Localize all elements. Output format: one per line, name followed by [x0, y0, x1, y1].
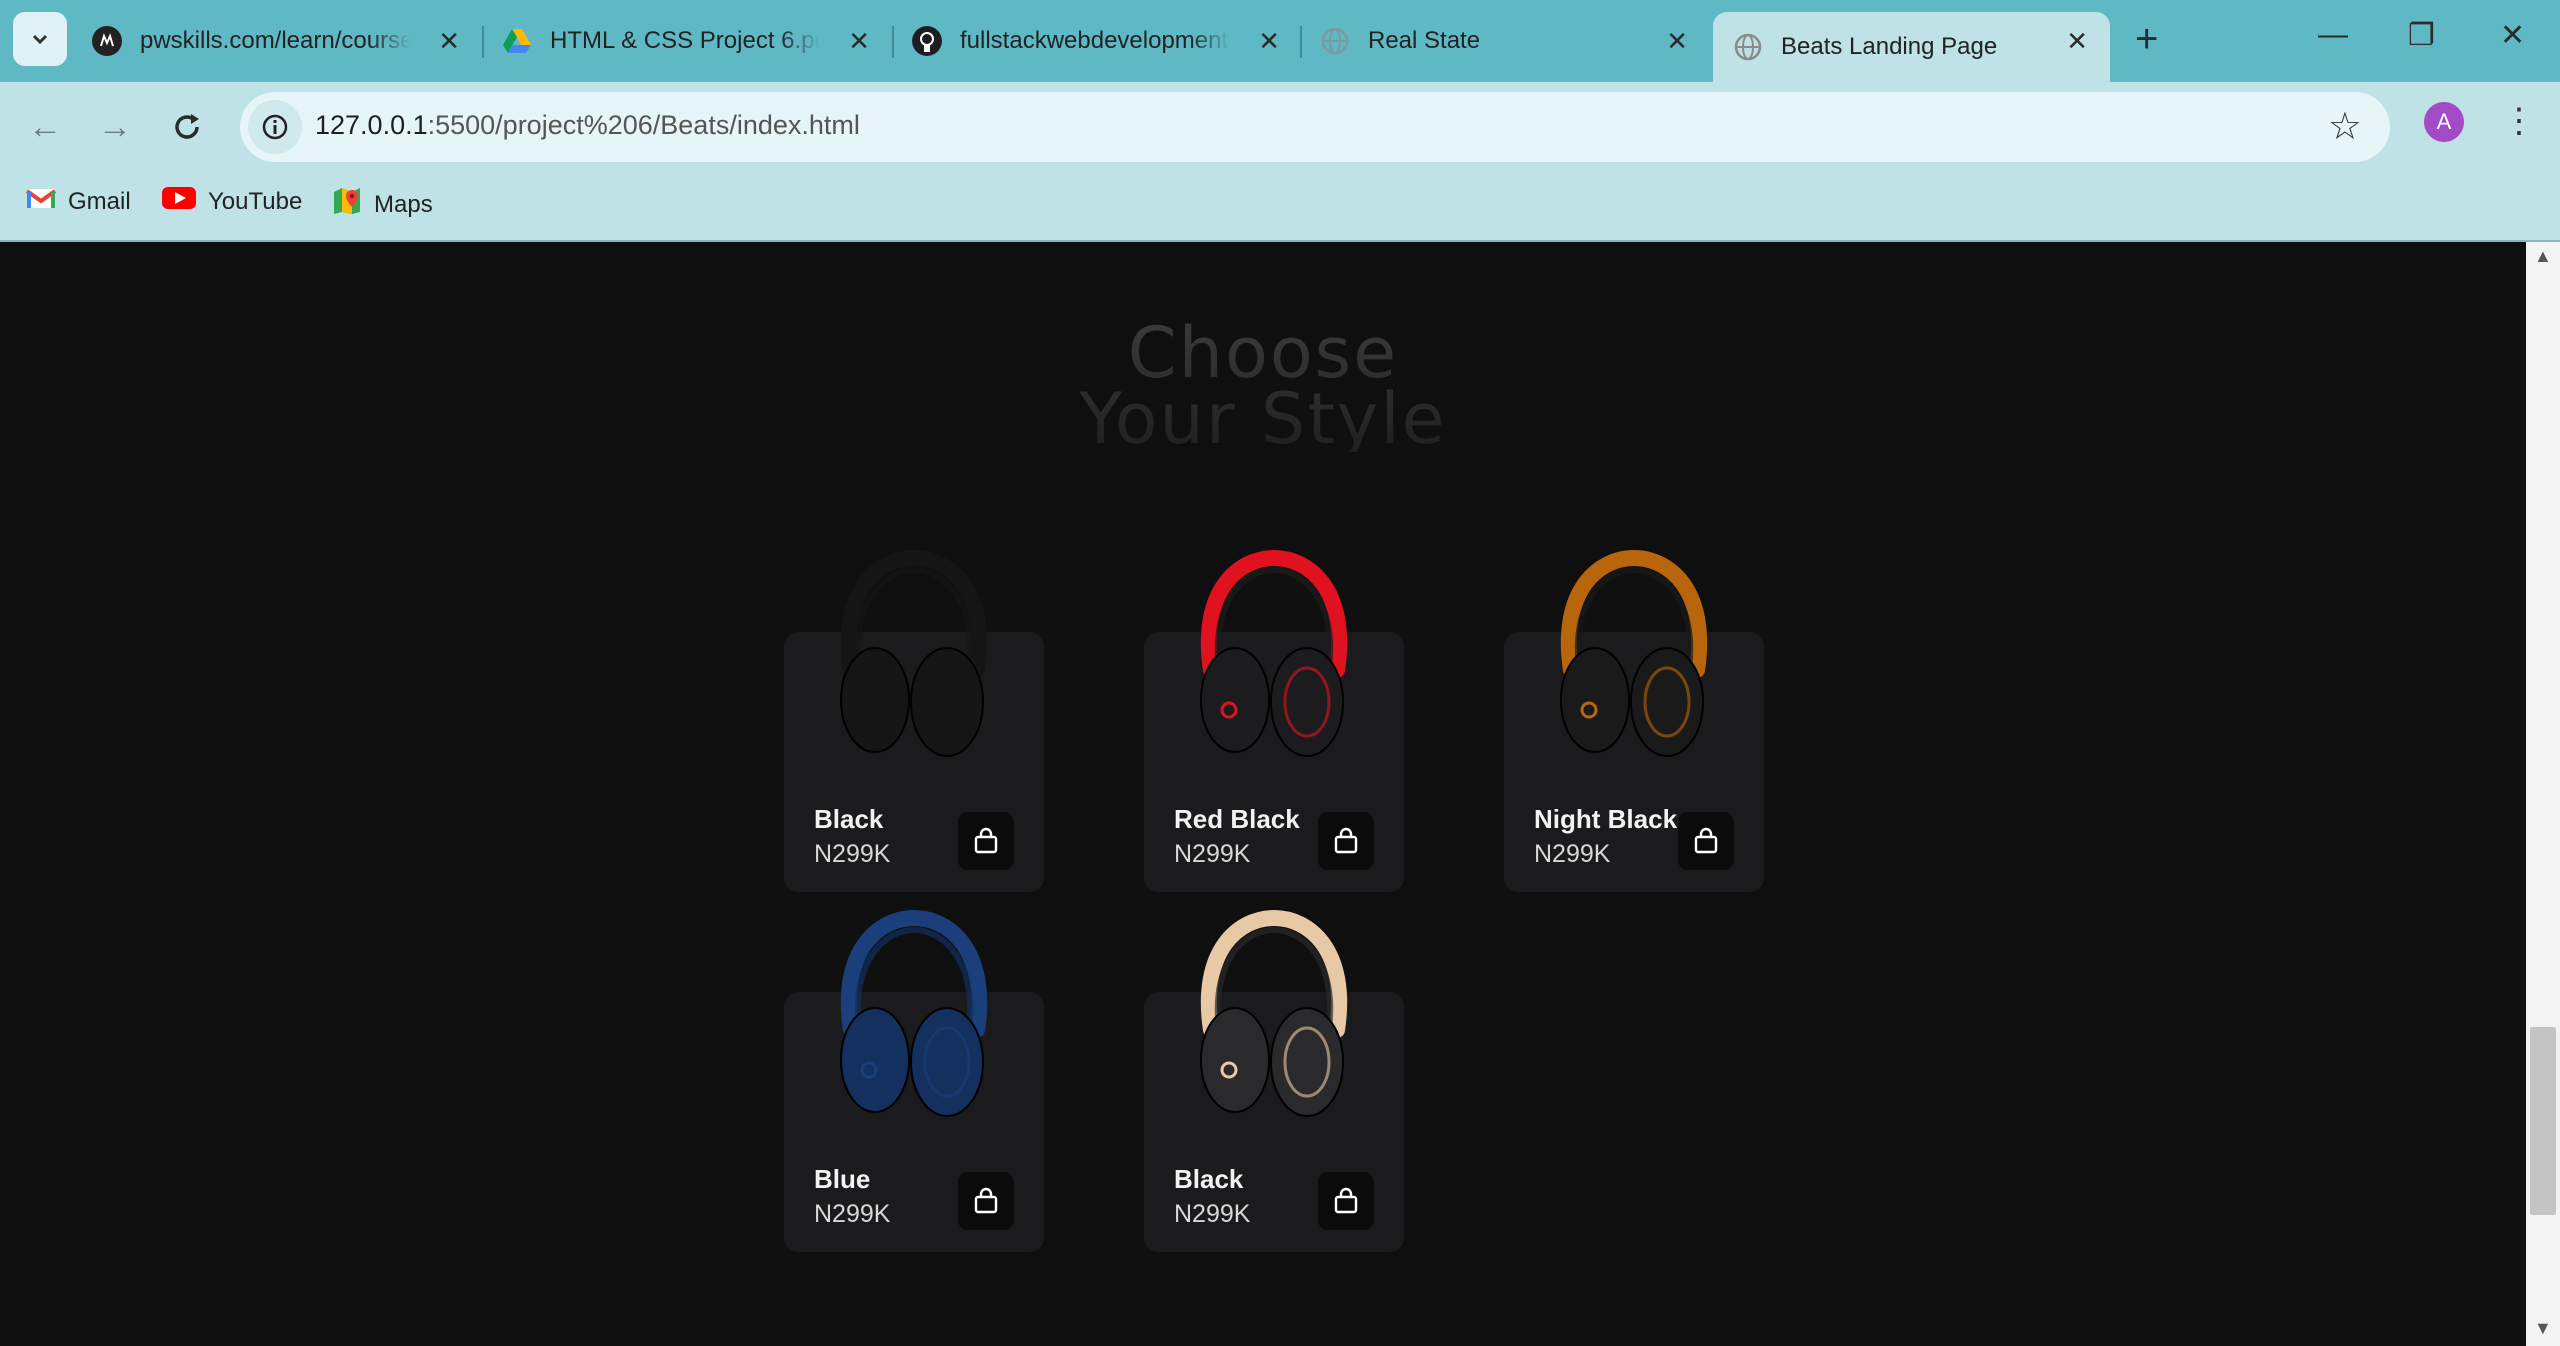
page-viewport: Choose Your Style Black N299K Red Black N2… — [0, 242, 2526, 1346]
page-scrollbar[interactable]: ▲ ▼ — [2526, 242, 2560, 1346]
product-card[interactable]: Red Black N299K — [1144, 550, 1404, 892]
add-to-cart-button[interactable] — [958, 1172, 1014, 1230]
product-name: Blue — [814, 1164, 871, 1194]
close-icon[interactable]: ✕ — [1666, 26, 1688, 57]
back-icon[interactable]: ← — [22, 104, 68, 150]
tab-real-state[interactable]: Real State ✕ — [1320, 12, 1710, 70]
chevron-down-icon — [32, 34, 48, 45]
bookmark-youtube[interactable]: YouTube — [162, 186, 302, 217]
youtube-icon — [162, 186, 196, 217]
bookmark-label: Maps — [374, 190, 433, 218]
browser-toolbar: ← → 127.0.0.1:5500/project%206/Beats/ind… — [0, 82, 2560, 172]
close-icon[interactable]: ✕ — [1258, 26, 1280, 57]
product-price: N299K — [1534, 840, 1611, 868]
globe-icon — [1320, 26, 1350, 56]
tab-github[interactable]: fullstackwebdevelopment ✕ — [912, 12, 1302, 70]
tab-search-button[interactable] — [13, 12, 67, 66]
tab-title: Real State — [1368, 27, 1481, 54]
tab-beats-landing[interactable]: Beats Landing Page ✕ — [1713, 12, 2110, 82]
bookmark-star-icon[interactable]: ☆ — [2328, 104, 2362, 149]
tab-title: fullstackwebdevelopment — [960, 27, 1229, 54]
site-info-icon[interactable] — [248, 100, 302, 154]
minimize-icon[interactable]: — — [2318, 18, 2348, 52]
url-host: 127.0.0.1 — [315, 110, 428, 140]
bookmark-label: YouTube — [208, 187, 303, 215]
close-icon[interactable]: ✕ — [2066, 26, 2088, 57]
new-tab-button[interactable]: + — [2135, 18, 2158, 60]
url-path: :5500/project%206/Beats/index.html — [427, 110, 860, 140]
tab-title: Beats Landing Page — [1781, 33, 1998, 60]
bookmarks-bar: Gmail YouTube Maps — [0, 172, 2560, 242]
product-name: Red Black — [1174, 804, 1300, 834]
section-heading: Choose Your Style — [0, 320, 2526, 452]
google-drive-icon — [502, 26, 532, 56]
scrollbar-thumb[interactable] — [2530, 1027, 2556, 1215]
heading-line-2: Your Style — [1079, 378, 1447, 460]
close-icon[interactable]: ✕ — [438, 26, 460, 57]
headphones-image — [1560, 550, 1708, 757]
address-bar[interactable]: 127.0.0.1:5500/project%206/Beats/index.h… — [240, 92, 2390, 162]
product-card[interactable]: Blue N299K — [784, 910, 1044, 1252]
headphones-image — [840, 910, 988, 1117]
restore-icon[interactable]: ❐ — [2408, 18, 2435, 53]
gmail-icon — [25, 186, 57, 217]
product-card[interactable]: Night Black N299K — [1504, 550, 1764, 892]
pwskills-icon — [92, 26, 122, 56]
github-icon — [912, 26, 942, 56]
shopping-bag-icon — [1334, 1187, 1358, 1214]
globe-icon — [1733, 32, 1763, 62]
tab-divider — [892, 26, 894, 58]
product-price: N299K — [1174, 840, 1251, 868]
scroll-down-arrow-icon[interactable]: ▼ — [2534, 1318, 2552, 1339]
product-name: Night Black — [1534, 804, 1678, 834]
product-card[interactable]: Black N299K — [784, 550, 1044, 892]
bookmark-label: Gmail — [68, 187, 131, 215]
reload-icon[interactable] — [164, 104, 210, 150]
heading-line-1: Choose — [1127, 312, 1399, 394]
tab-pwskills[interactable]: pwskills.com/learn/course ✕ — [92, 12, 482, 70]
tab-title: pwskills.com/learn/course — [140, 27, 410, 54]
scroll-up-arrow-icon[interactable]: ▲ — [2534, 246, 2552, 267]
shopping-bag-icon — [1334, 827, 1358, 854]
add-to-cart-button[interactable] — [1678, 812, 1734, 870]
more-menu-icon[interactable]: ⋮ — [2502, 104, 2536, 138]
bookmark-gmail[interactable]: Gmail — [25, 186, 131, 217]
google-maps-icon — [332, 186, 362, 223]
shopping-bag-icon — [974, 827, 998, 854]
add-to-cart-button[interactable] — [1318, 812, 1374, 870]
product-price: N299K — [1174, 1200, 1251, 1228]
tab-title: HTML & CSS Project 6.pdf — [550, 27, 820, 54]
tab-strip: pwskills.com/learn/course ✕ HTML & CSS P… — [0, 0, 2560, 82]
tab-divider — [1300, 26, 1302, 58]
close-icon[interactable]: ✕ — [848, 26, 870, 57]
tab-project-pdf[interactable]: HTML & CSS Project 6.pdf ✕ — [502, 12, 892, 70]
profile-avatar[interactable]: A — [2424, 102, 2464, 142]
add-to-cart-button[interactable] — [958, 812, 1014, 870]
shopping-bag-icon — [974, 1187, 998, 1214]
product-name: Black — [814, 804, 884, 834]
headphones-image — [1200, 550, 1348, 757]
product-card[interactable]: Black N299K — [1144, 910, 1404, 1252]
tab-divider — [482, 26, 484, 58]
headphones-image — [1200, 910, 1348, 1117]
headphones-image — [840, 550, 988, 757]
add-to-cart-button[interactable] — [1318, 1172, 1374, 1230]
close-window-icon[interactable]: ✕ — [2500, 18, 2525, 53]
bookmark-maps[interactable]: Maps — [332, 186, 433, 223]
url-text: 127.0.0.1:5500/project%206/Beats/index.h… — [315, 110, 860, 141]
product-price: N299K — [814, 840, 891, 868]
product-price: N299K — [814, 1200, 891, 1228]
shopping-bag-icon — [1694, 827, 1718, 854]
product-name: Black — [1174, 1164, 1244, 1194]
forward-icon[interactable]: → — [92, 104, 138, 150]
